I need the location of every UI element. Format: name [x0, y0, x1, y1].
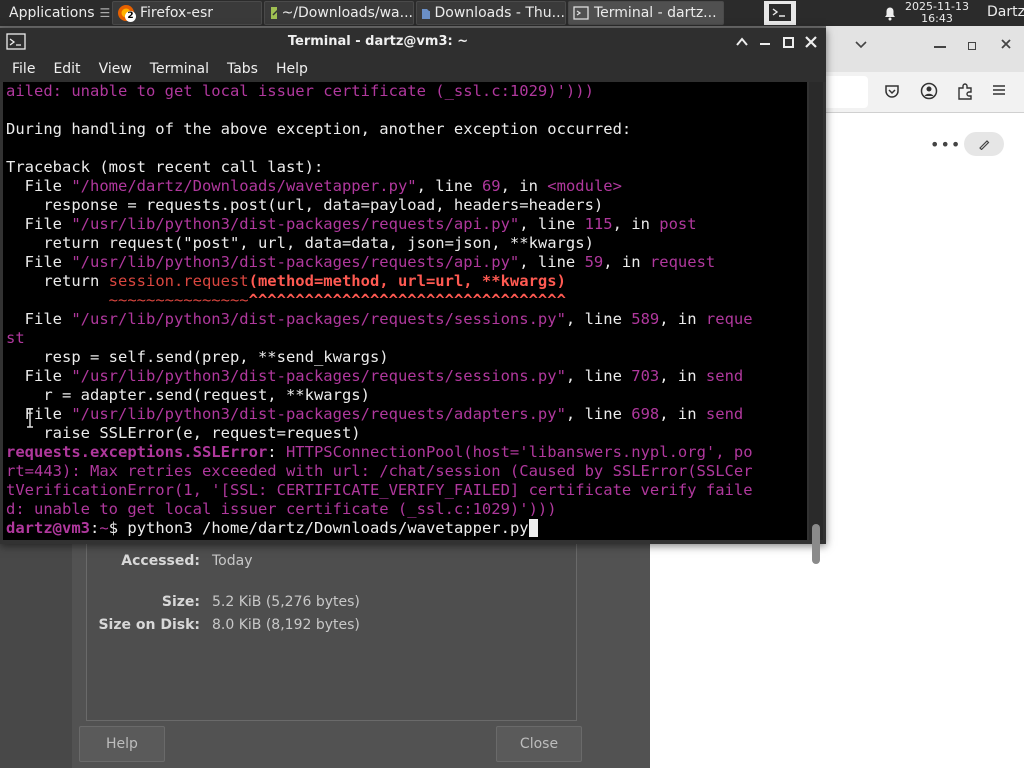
terminal-scrollbar[interactable] — [809, 82, 823, 540]
output-line: resp = self.send(prep, **send_kwargs) — [6, 348, 389, 366]
output-line: tVerificationError(1, '[SSL: CERTIFICATE… — [6, 481, 753, 499]
notification-bell-icon[interactable] — [882, 5, 898, 21]
menu-tabs[interactable]: Tabs — [218, 61, 267, 77]
output-line: rt=443): Max retries exceeded with url: … — [6, 462, 753, 480]
output-line: File "/usr/lib/python3/dist-packages/req… — [6, 215, 697, 233]
firefox-minimize-icon[interactable] — [934, 46, 946, 48]
output-line: File "/usr/lib/python3/dist-packages/req… — [6, 405, 744, 423]
text-cursor-ibeam-icon — [25, 408, 35, 428]
output-line: ailed: unable to get local issuer certif… — [6, 82, 594, 100]
extensions-icon[interactable] — [956, 82, 974, 100]
output-line: raise SSLError(e, request=request) — [6, 424, 361, 442]
output-line: File "/usr/lib/python3/dist-packages/req… — [6, 253, 716, 271]
task-file-manager[interactable]: Downloads - Thu... — [416, 1, 566, 25]
terminal-icon — [573, 6, 589, 20]
output-line: File "/home/dartz/Downloads/wavetapper.p… — [6, 177, 622, 195]
output-line: During handling of the above exception, … — [6, 120, 632, 138]
window-shade-icon[interactable] — [736, 37, 748, 47]
terminal-output[interactable]: ailed: unable to get local issuer certif… — [3, 82, 807, 540]
accessed-value: Today — [212, 553, 253, 569]
firefox-maximize-icon[interactable] — [968, 42, 976, 50]
url-bar[interactable] — [826, 76, 868, 108]
tab-list-chevron-icon[interactable] — [854, 40, 868, 50]
minimize-icon[interactable] — [760, 43, 770, 45]
command-text: python3 /home/dartz/Downloads/wavetapper… — [127, 519, 529, 537]
output-line: File "/usr/lib/python3/dist-packages/req… — [6, 310, 753, 328]
prompt-user: dartz@vm3 — [6, 519, 90, 537]
size-on-disk-value: 8.0 KiB (8,192 bytes) — [212, 617, 360, 633]
firefox-close-icon[interactable] — [1000, 38, 1012, 50]
clock[interactable]: 2025-11-13 16:43 — [902, 1, 972, 25]
applications-menu[interactable]: Applications ☰ — [0, 1, 110, 25]
clock-time: 16:43 — [921, 12, 953, 25]
menu-help[interactable]: Help — [267, 61, 317, 77]
task-terminal[interactable]: Terminal - dartz... — [568, 1, 724, 25]
applications-label: Applications — [9, 5, 95, 21]
menu-view[interactable]: View — [90, 61, 141, 77]
terminal-menubar: File Edit View Terminal Tabs Help — [0, 56, 826, 82]
text-editor-icon — [271, 7, 277, 19]
notification-badge: 2 — [125, 11, 136, 22]
folder-icon — [422, 9, 430, 19]
firefox-content: ••• — [826, 113, 1024, 768]
output-line: ~~~~~~~~~~~~~~~^^^^^^^^^^^^^^^^^^^^^^^^^… — [108, 291, 566, 309]
menu-file[interactable]: File — [0, 61, 44, 77]
scrollbar-thumb[interactable] — [812, 524, 820, 564]
size-on-disk-label: Size on Disk: — [98, 617, 200, 633]
task-label: Firefox-esr — [140, 5, 214, 21]
menu-hamburger-icon[interactable] — [992, 84, 1006, 96]
output-line: return request("post", url, data=data, j… — [6, 234, 594, 252]
close-button[interactable]: Close — [496, 726, 582, 762]
task-firefox[interactable]: 2 Firefox-esr — [112, 1, 262, 25]
output-line: r = adapter.send(request, **kwargs) — [6, 386, 370, 404]
workspace-switcher[interactable] — [764, 1, 796, 25]
firefox-icon: 2 — [117, 4, 136, 22]
window-title: Terminal - dartz@vm3: ~ — [287, 34, 469, 49]
help-button[interactable]: Help — [79, 726, 165, 762]
close-icon[interactable] — [805, 36, 817, 48]
pocket-icon[interactable] — [884, 83, 900, 99]
firefox-titlebar — [826, 26, 1024, 72]
terminal-titlebar[interactable]: Terminal - dartz@vm3: ~ — [0, 28, 826, 56]
output-line: Traceback (most recent call last): — [6, 158, 324, 176]
user-menu[interactable]: Dartz — [987, 4, 1024, 20]
task-label: Downloads - Thu... — [434, 5, 565, 21]
terminal-icon — [769, 4, 791, 21]
terminal-window: Terminal - dartz@vm3: ~ File Edit View T… — [0, 28, 826, 564]
output-line: d: unable to get local issuer certificat… — [6, 500, 557, 518]
task-text-editor[interactable]: ~/Downloads/wa... — [264, 1, 414, 25]
output-line: File "/usr/lib/python3/dist-packages/req… — [6, 367, 744, 385]
output-line: st — [6, 329, 25, 347]
size-value: 5.2 KiB (5,276 bytes) — [212, 594, 360, 610]
menu-terminal[interactable]: Terminal — [141, 61, 218, 77]
text-cursor — [528, 519, 538, 537]
output-line: response = requests.post(url, data=paylo… — [6, 196, 604, 214]
task-label: Terminal - dartz... — [594, 5, 717, 21]
maximize-icon[interactable] — [783, 37, 794, 48]
menu-edit[interactable]: Edit — [44, 61, 89, 77]
taskbar: Applications ☰ 2 Firefox-esr ~/Downloads… — [0, 0, 1024, 26]
more-options-icon[interactable]: ••• — [930, 135, 961, 154]
edit-button[interactable] — [964, 132, 1004, 156]
dialog-side-area — [0, 540, 72, 768]
output-line: return session.request(method=method, ur… — [6, 272, 566, 290]
account-icon[interactable] — [920, 82, 938, 100]
output-line: requests.exceptions.SSLError: HTTPSConne… — [6, 443, 753, 461]
firefox-content-lower — [650, 544, 826, 768]
size-label: Size: — [161, 594, 200, 610]
accessed-label: Accessed: — [121, 553, 200, 569]
command-prompt[interactable]: dartz@vm3:~$ python3 /home/dartz/Downloa… — [6, 519, 538, 537]
task-label: ~/Downloads/wa... — [281, 5, 413, 21]
firefox-toolbar — [826, 72, 1024, 113]
